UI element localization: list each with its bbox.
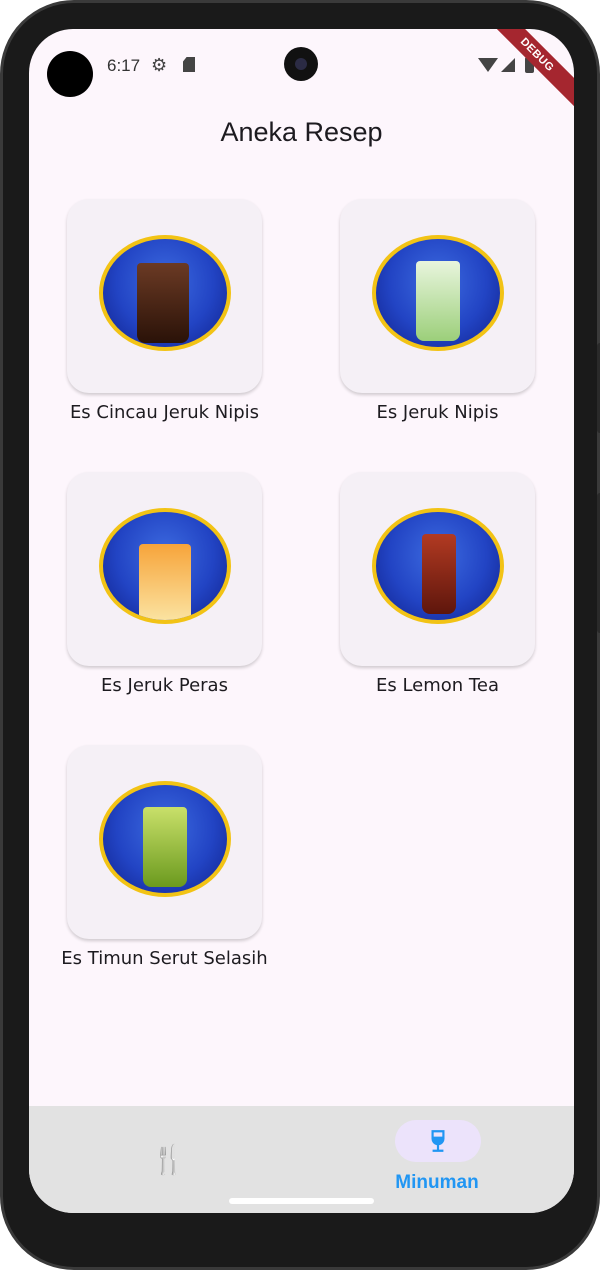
nav-item-makanan[interactable]: 🍴: [29, 1106, 301, 1213]
drink-image: [99, 235, 231, 351]
signal-icon: [501, 58, 515, 72]
camera-icon: [284, 47, 318, 81]
nav-label: Minuman: [395, 1172, 479, 1193]
recipe-card[interactable]: [67, 472, 262, 666]
gear-icon: ⚙: [151, 55, 168, 75]
recipe-card[interactable]: [67, 199, 262, 393]
glass-icon: [139, 544, 191, 620]
recipe-card[interactable]: [340, 199, 535, 393]
home-indicator[interactable]: [229, 1198, 374, 1204]
recipe-name: Es Jeruk Nipis: [376, 402, 499, 423]
glass-icon: [422, 534, 456, 614]
recipe-name: Es Timun Serut Selasih: [61, 948, 268, 969]
utensils-icon: 🍴: [151, 1144, 186, 1175]
phone-frame: 6:17 ⚙ DEBUG Aneka Resep Es Cincau Jeruk…: [0, 0, 600, 1270]
drink-image: [99, 781, 231, 897]
nav-active-indicator: [395, 1120, 481, 1162]
wine-glass-icon: [431, 1130, 445, 1152]
front-sensor: [47, 51, 93, 97]
glass-icon: [137, 263, 189, 343]
recipe-card[interactable]: [340, 472, 535, 666]
drink-image: [372, 235, 504, 351]
sd-card-icon: [183, 57, 195, 72]
recipe-name: Es Cincau Jeruk Nipis: [69, 402, 260, 423]
drink-image: [99, 508, 231, 624]
recipe-name: Es Jeruk Peras: [101, 675, 228, 696]
status-bar: 6:17 ⚙ DEBUG: [29, 29, 574, 116]
status-time: 6:17: [107, 56, 141, 75]
wifi-icon: [478, 58, 498, 72]
recipe-name: Es Lemon Tea: [376, 675, 499, 696]
nav-item-minuman[interactable]: Minuman: [301, 1106, 573, 1213]
drink-image: [372, 508, 504, 624]
glass-icon: [416, 261, 460, 341]
page-title: Aneka Resep: [220, 117, 383, 147]
bottom-navigation: 🍴 Minuman: [29, 1106, 574, 1213]
glass-icon: [143, 807, 187, 887]
screen: 6:17 ⚙ DEBUG Aneka Resep Es Cincau Jeruk…: [29, 29, 574, 1213]
recipe-card[interactable]: [67, 745, 262, 939]
